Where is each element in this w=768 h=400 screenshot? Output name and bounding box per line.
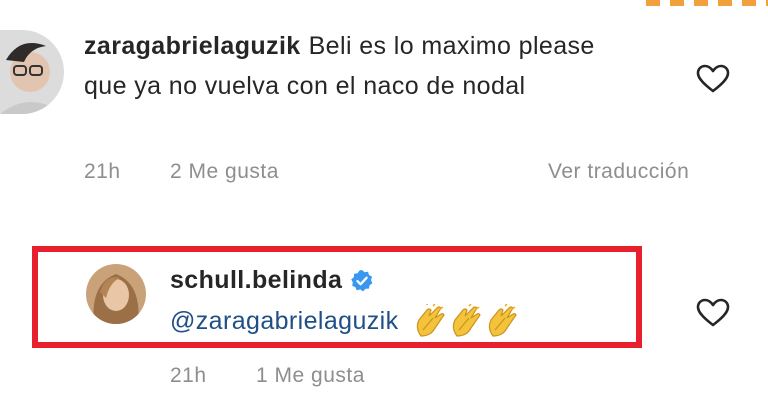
clapping-hands-icon xyxy=(452,304,481,337)
reply-mention[interactable]: @zaragabrielaguzik xyxy=(170,307,399,336)
verified-badge-icon xyxy=(351,269,373,291)
comment-time: 21h xyxy=(84,160,121,183)
avatar[interactable] xyxy=(0,30,64,114)
reply-body-row: @zaragabrielaguzik xyxy=(170,304,519,338)
comment-likes[interactable]: 2 Me gusta xyxy=(170,160,279,184)
reply-username-row: schull.belinda xyxy=(170,266,374,295)
clapping-hands-icon xyxy=(488,304,517,337)
reply-likes[interactable]: 1 Me gusta xyxy=(256,364,365,388)
avatar[interactable] xyxy=(86,264,146,324)
comment-username[interactable]: zaragabrielaguzik xyxy=(84,32,301,60)
clapping-hands-icon xyxy=(416,304,445,337)
reply-username[interactable]: schull.belinda xyxy=(170,266,342,295)
see-translation-button[interactable]: Ver traducción xyxy=(548,160,689,184)
reply-emoji xyxy=(413,304,519,338)
heart-icon[interactable] xyxy=(696,298,730,328)
comment-text: zaragabrielaguzik Beli es lo maximo pleas… xyxy=(84,26,644,106)
heart-icon[interactable] xyxy=(696,64,730,94)
reply-time: 21h xyxy=(170,364,207,387)
top-dashed-decoration xyxy=(646,0,768,6)
